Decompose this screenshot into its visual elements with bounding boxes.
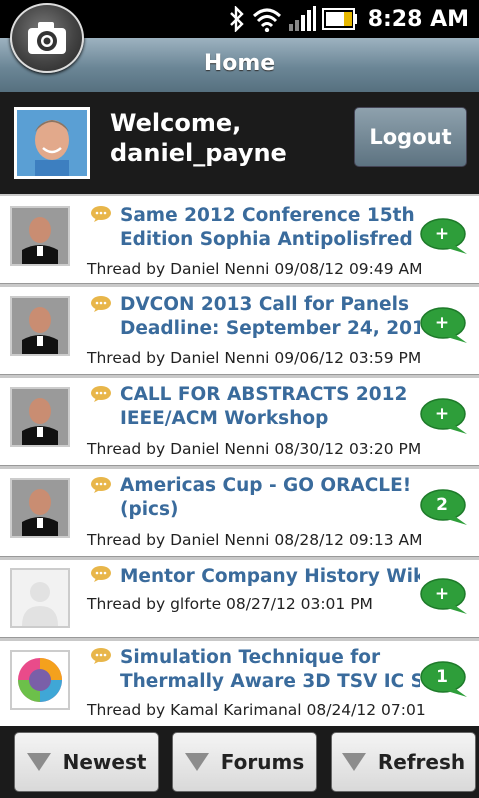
reply-bubble[interactable]: 1 <box>419 661 471 701</box>
thread-list: Same 2012 Conference 15th Edition Sophia… <box>0 194 479 726</box>
forums-button[interactable]: Forums <box>172 732 317 792</box>
list-item[interactable]: DVCON 2013 Call for Panels Deadline: Sep… <box>0 287 479 375</box>
thread-icon <box>90 565 112 587</box>
thread-meta: Thread by Kamal Karimanal 08/24/12 07:01 <box>87 701 426 719</box>
camera-icon <box>28 22 66 54</box>
thread-icon <box>90 476 112 498</box>
reply-count: + <box>434 313 450 333</box>
thread-meta: Thread by glforte 08/27/12 03:01 PM <box>87 595 373 613</box>
author-avatar <box>10 568 70 628</box>
reply-count: + <box>434 404 450 424</box>
reply-count: + <box>434 224 450 244</box>
thread-title: Americas Cup - GO ORACLE! (pics) <box>120 475 412 520</box>
welcome-bar: Welcome, daniel_payne Logout <box>0 92 479 194</box>
camera-button[interactable] <box>10 3 84 73</box>
forums-label: Forums <box>220 750 305 774</box>
avatar <box>14 107 90 179</box>
author-avatar <box>10 206 70 266</box>
welcome-greeting: Welcome, <box>110 109 242 137</box>
list-item[interactable]: Same 2012 Conference 15th Edition Sophia… <box>0 196 479 284</box>
author-avatar <box>10 478 70 538</box>
thread-title: Same 2012 Conference 15th Edition Sophia… <box>120 205 420 250</box>
list-item[interactable]: CALL FOR ABSTRACTS 2012 IEEE/ACM Worksho… <box>0 378 479 466</box>
reply-bubble[interactable]: 2 <box>419 489 471 529</box>
reply-bubble[interactable]: + <box>419 398 471 438</box>
thread-icon <box>90 647 112 669</box>
reply-bubble[interactable]: + <box>419 578 471 618</box>
refresh-button[interactable]: Refresh <box>331 732 476 792</box>
bottom-bar: Newest Forums Refresh <box>0 726 479 798</box>
author-avatar <box>10 387 70 447</box>
status-time: 8:28 AM <box>367 6 469 32</box>
battery-icon <box>321 8 358 30</box>
newest-button[interactable]: Newest <box>14 732 159 792</box>
refresh-label: Refresh <box>377 750 466 774</box>
thread-meta: Thread by Daniel Nenni 09/08/12 09:49 AM <box>87 260 423 278</box>
thread-title: DVCON 2013 Call for Panels Deadline: Sep… <box>120 294 420 339</box>
dropdown-arrow-icon <box>26 753 51 771</box>
thread-icon <box>90 385 112 407</box>
welcome-username: daniel_payne <box>110 139 287 167</box>
dropdown-arrow-icon <box>184 753 209 771</box>
status-icons: 8:28 AM <box>228 3 469 35</box>
welcome-message: Welcome, daniel_payne <box>110 108 287 168</box>
logout-button[interactable]: Logout <box>354 107 467 167</box>
reply-bubble[interactable]: + <box>419 307 471 347</box>
list-item[interactable]: Americas Cup - GO ORACLE! (pics) Thread … <box>0 469 479 557</box>
signal-icon <box>288 6 316 32</box>
author-avatar <box>10 296 70 356</box>
thread-title: CALL FOR ABSTRACTS 2012 IEEE/ACM Worksho… <box>120 384 408 429</box>
reply-count: + <box>434 584 450 604</box>
reply-count: 2 <box>436 495 448 515</box>
thread-icon <box>90 295 112 317</box>
reply-count: 1 <box>436 667 448 687</box>
thread-icon <box>90 205 112 227</box>
list-item[interactable]: Mentor Company History Wiki Thread by gl… <box>0 560 479 638</box>
thread-title: Mentor Company History Wiki <box>120 566 420 587</box>
thread-meta: Thread by Daniel Nenni 08/28/12 09:13 AM <box>87 531 423 549</box>
wifi-icon <box>252 6 282 32</box>
author-avatar <box>10 650 70 710</box>
thread-title: Simulation Technique for Thermally Aware… <box>120 647 420 692</box>
list-item[interactable]: Simulation Technique for Thermally Aware… <box>0 641 479 726</box>
bluetooth-icon <box>228 6 246 32</box>
newest-label: Newest <box>62 750 147 774</box>
dropdown-arrow-icon <box>341 753 366 771</box>
reply-bubble[interactable]: + <box>419 218 471 258</box>
thread-meta: Thread by Daniel Nenni 08/30/12 03:20 PM <box>87 440 422 458</box>
thread-meta: Thread by Daniel Nenni 09/06/12 03:59 PM <box>87 349 422 367</box>
